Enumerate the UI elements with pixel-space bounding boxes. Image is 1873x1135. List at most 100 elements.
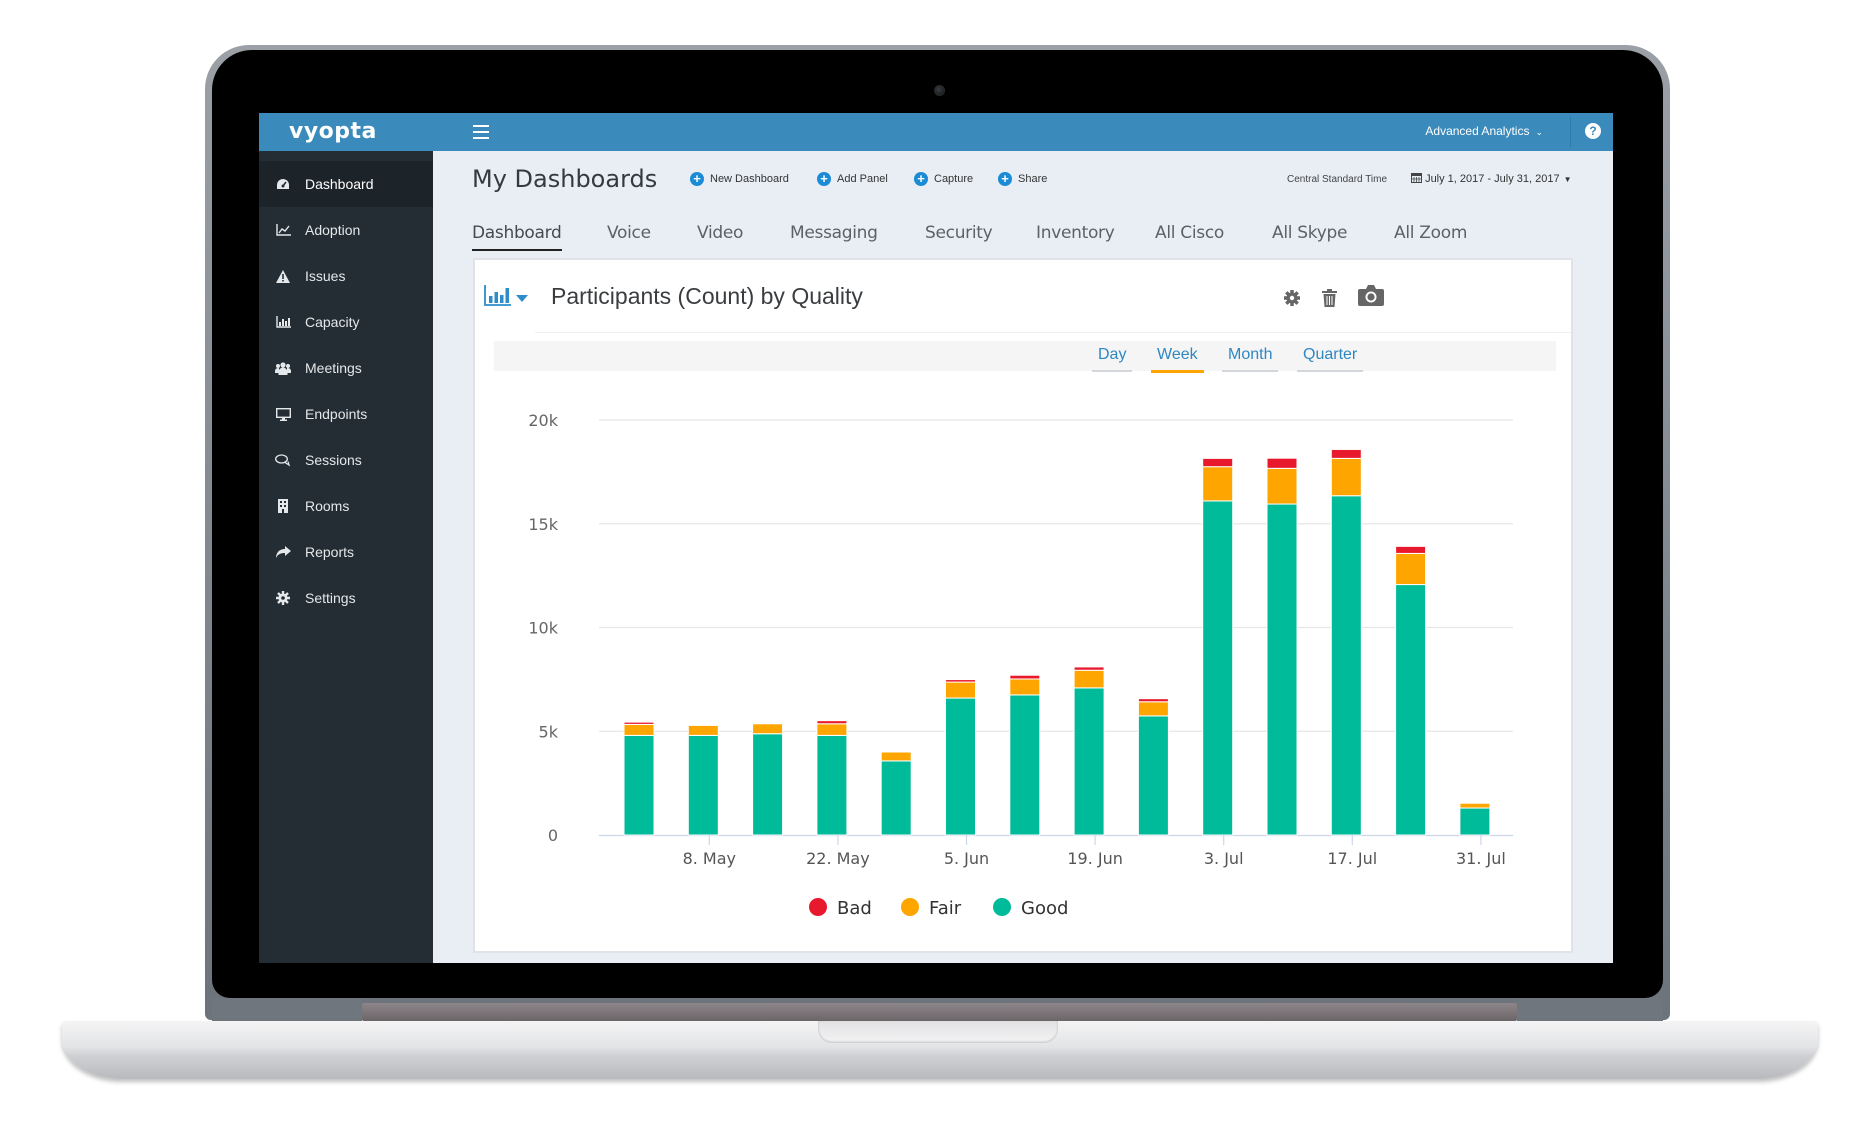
gear-icon — [275, 590, 291, 606]
share-button[interactable]: + Share — [998, 172, 1047, 186]
webcam — [934, 85, 945, 96]
sidebar-item-label: Dashboard — [305, 176, 374, 192]
bar-segment-good — [880, 760, 912, 836]
sidebar-item-dashboard[interactable]: Dashboard — [259, 161, 433, 207]
legend-marker — [809, 898, 827, 916]
sidebar-item-meetings[interactable]: Meetings — [259, 345, 433, 391]
bar-segment-fair — [1330, 457, 1362, 497]
bar-segment-bad — [1009, 674, 1041, 680]
top-bar: vyopta Advanced Analytics ⌄ ? — [259, 113, 1613, 151]
tab-inventory[interactable]: Inventory — [1036, 223, 1115, 243]
legend-label: Good — [1021, 898, 1068, 919]
sidebar-item-capacity[interactable]: Capacity — [259, 299, 433, 345]
help-icon[interactable]: ? — [1585, 123, 1601, 139]
x-tick-label: 8. May — [683, 849, 736, 868]
tab-all-skype[interactable]: All Skype — [1272, 223, 1347, 243]
legend-item-bad: Bad — [809, 898, 872, 919]
plus-circle-icon: + — [914, 172, 928, 186]
bar-segment-good — [1009, 694, 1041, 836]
screen: vyopta Advanced Analytics ⌄ ? Dashboard A… — [259, 113, 1613, 963]
sidebar-item-issues[interactable]: Issues — [259, 253, 433, 299]
building-icon — [275, 498, 291, 514]
bar-segment-good — [1073, 687, 1105, 836]
legend-label: Bad — [837, 898, 872, 919]
laptop-hinge — [362, 1003, 1517, 1021]
bar-segment-good — [816, 734, 848, 836]
bar-chart-icon — [275, 314, 291, 330]
bar-segment-bad — [1330, 448, 1362, 459]
sidebar-item-adoption[interactable]: Adoption — [259, 207, 433, 253]
advanced-analytics-dropdown[interactable]: Advanced Analytics ⌄ — [1425, 124, 1543, 138]
tab-dashboard[interactable]: Dashboard — [472, 223, 562, 251]
page-title: My Dashboards — [472, 165, 658, 193]
x-tick-label: 17. Jul — [1327, 849, 1377, 868]
caret-down-icon: ▼ — [1563, 175, 1572, 184]
dashboard-icon — [275, 176, 291, 192]
x-tick-label: 19. Jun — [1067, 849, 1123, 868]
date-range-picker[interactable]: July 1, 2017 - July 31, 2017 ▼ — [1411, 172, 1572, 185]
y-tick-label: 15k — [528, 515, 558, 534]
sidebar-item-reports[interactable]: Reports — [259, 529, 433, 575]
tab-all-cisco[interactable]: All Cisco — [1155, 223, 1224, 243]
vyopta-logo[interactable]: vyopta — [289, 119, 377, 144]
sidebar-item-label: Settings — [305, 590, 356, 606]
bar-segment-fair — [1202, 466, 1234, 502]
line-chart-icon — [275, 222, 291, 238]
y-tick-label: 5k — [539, 722, 559, 741]
bar-segment-bad — [623, 721, 655, 725]
sidebar-item-label: Meetings — [305, 360, 362, 376]
bar-segment-bad — [1266, 457, 1298, 469]
users-icon — [275, 360, 291, 376]
tab-voice[interactable]: Voice — [607, 223, 651, 243]
bar-segment-fair — [1073, 669, 1105, 689]
sidebar-item-rooms[interactable]: Rooms — [259, 483, 433, 529]
legend-marker — [901, 898, 919, 916]
chart-panel: Participants (Count) by Quality Day Week… — [473, 258, 1573, 953]
tab-video[interactable]: Video — [697, 223, 743, 243]
bar-segment-bad — [1073, 666, 1105, 671]
bar-segment-good — [687, 734, 719, 836]
tab-all-zoom[interactable]: All Zoom — [1394, 223, 1467, 243]
y-tick-label: 20k — [528, 411, 558, 430]
bar-segment-good — [752, 733, 784, 836]
sidebar-item-endpoints[interactable]: Endpoints — [259, 391, 433, 437]
bar-segment-good — [1266, 503, 1298, 836]
add-panel-button[interactable]: + Add Panel — [817, 172, 888, 186]
plus-circle-icon: + — [817, 172, 831, 186]
legend-marker — [993, 898, 1011, 916]
desktop-icon — [275, 406, 291, 422]
date-range-label: July 1, 2017 - July 31, 2017 — [1425, 173, 1560, 185]
x-tick-label: 31. Jul — [1456, 849, 1506, 868]
bar-segment-fair — [1266, 467, 1298, 505]
sidebar-item-label: Issues — [305, 268, 346, 284]
sidebar-item-label: Adoption — [305, 222, 361, 238]
stacked-bar-chart: 0 5k 10k 15k 20k 8. May 22. May 5. Jun 19. Jun 3… — [528, 411, 1513, 919]
legend-label: Fair — [929, 898, 962, 919]
bar-segment-good — [945, 697, 976, 836]
bar-segment-good — [1459, 807, 1491, 836]
plus-circle-icon: + — [998, 172, 1012, 186]
tab-security[interactable]: Security — [925, 223, 993, 243]
y-tick-label: 10k — [528, 619, 558, 638]
sidebar-item-sessions[interactable]: Sessions — [259, 437, 433, 483]
bar-segment-fair — [816, 723, 848, 736]
warning-icon — [275, 268, 291, 284]
laptop-notch — [818, 1021, 1058, 1043]
sidebar: Dashboard Adoption Issues Capacity Meeti… — [259, 151, 433, 963]
sidebar-item-label: Capacity — [305, 314, 360, 330]
timezone-label: Central Standard Time — [1287, 174, 1388, 185]
tab-messaging[interactable]: Messaging — [790, 223, 878, 243]
capture-button[interactable]: + Capture — [914, 172, 973, 186]
bar-segment-fair — [687, 724, 719, 736]
comments-icon — [275, 452, 291, 468]
new-dashboard-button[interactable]: + New Dashboard — [690, 172, 789, 186]
sidebar-item-label: Rooms — [305, 498, 350, 514]
bar-segment-fair — [752, 723, 784, 735]
sidebar-item-label: Reports — [305, 544, 355, 560]
bar-segment-good — [1395, 584, 1427, 836]
share-label: Share — [1018, 173, 1048, 185]
menu-toggle-icon[interactable] — [473, 121, 489, 141]
bar-segment-bad — [1202, 457, 1234, 468]
bar-segment-bad — [1137, 698, 1169, 703]
sidebar-item-settings[interactable]: Settings — [259, 575, 433, 621]
